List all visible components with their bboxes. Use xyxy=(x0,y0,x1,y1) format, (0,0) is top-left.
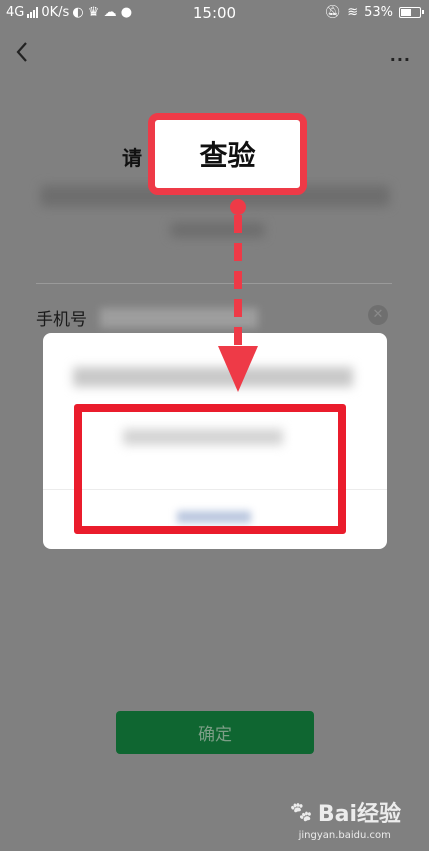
watermark-site: jingyan.baidu.com xyxy=(298,830,391,841)
paw-icon: 🐾︎ xyxy=(288,800,314,824)
confirm-button[interactable]: 确定 xyxy=(116,711,314,754)
watermark: 🐾︎ Bai经验 jingyan.baidu.com xyxy=(288,796,401,841)
watermark-brand: 🐾︎ Bai经验 xyxy=(288,800,401,827)
annotation-callout: 查验 xyxy=(148,113,307,195)
